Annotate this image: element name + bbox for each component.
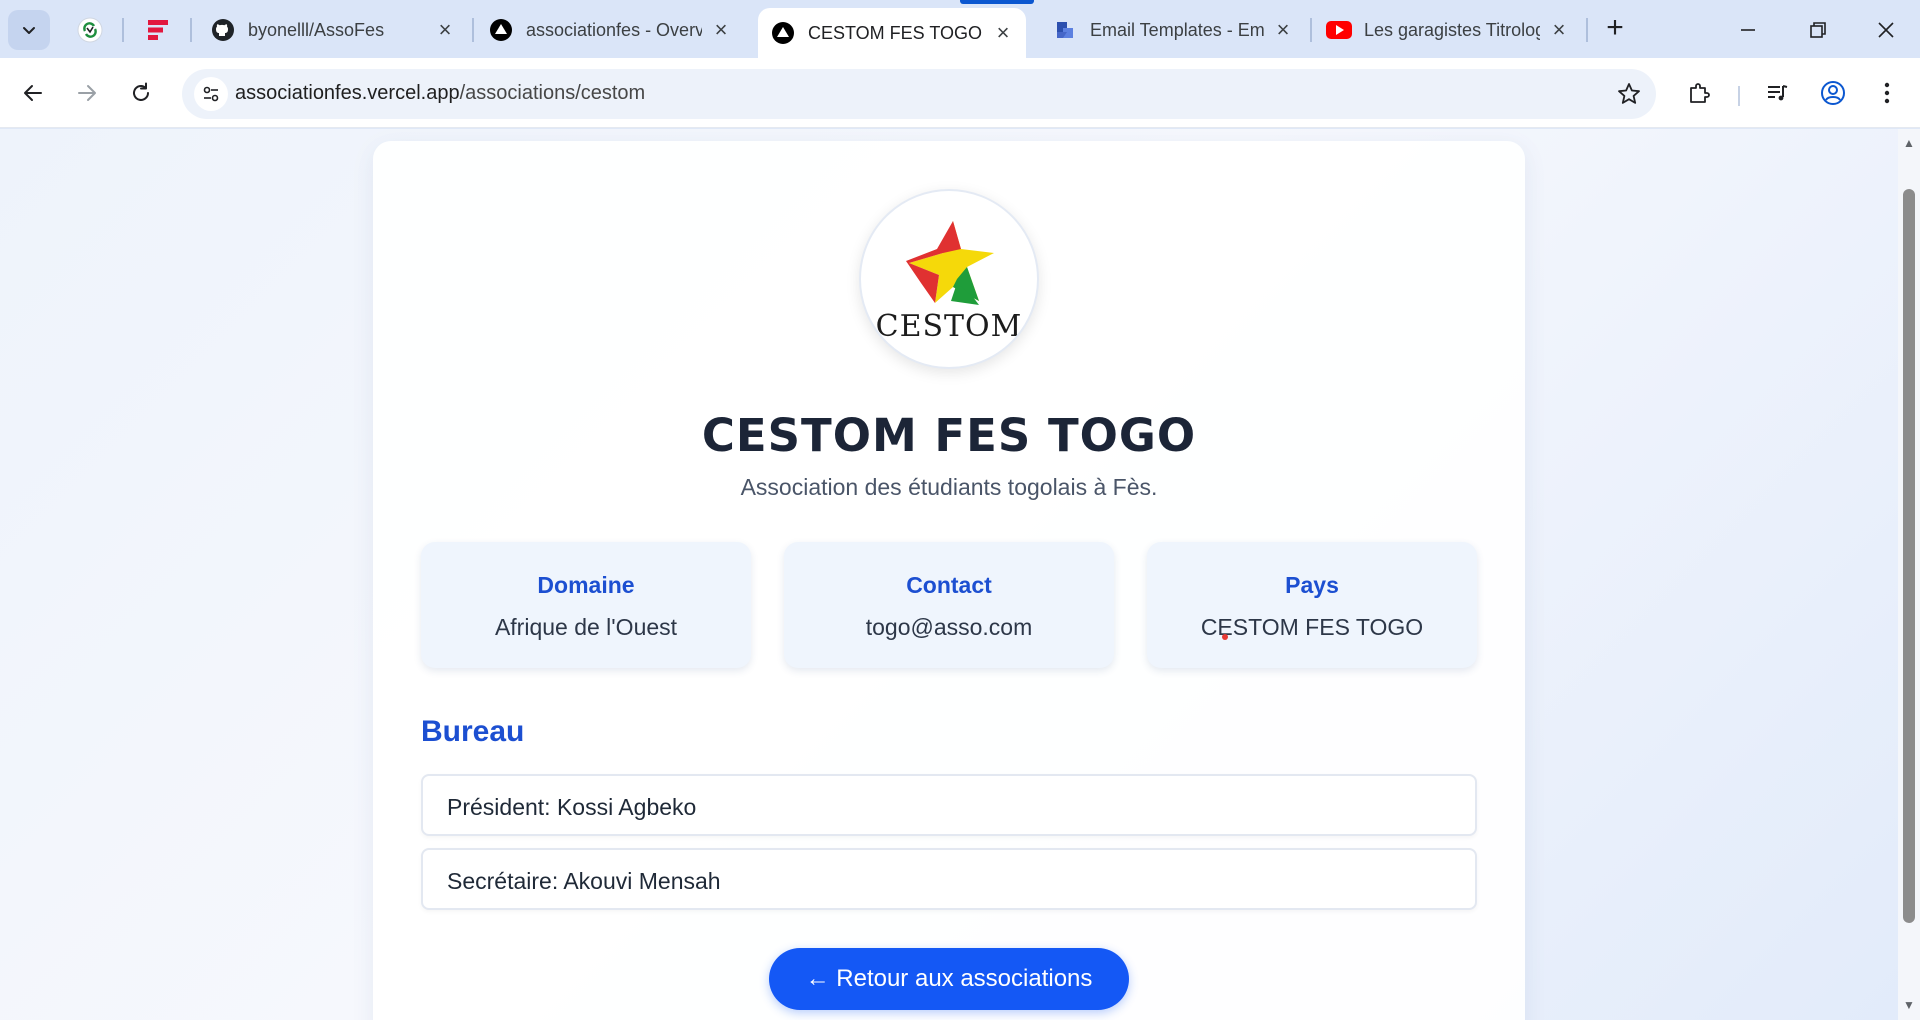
reload-button[interactable] (122, 74, 160, 112)
more-vertical-icon (1884, 82, 1890, 104)
member-text: Président: Kossi Agbeko (447, 794, 697, 820)
tab-title: byonelll/AssoFes (248, 19, 385, 40)
page-viewport: CESTOM CESTOM FES TOGO Association des é… (0, 129, 1898, 1020)
account-circle-icon (1821, 81, 1845, 105)
browser-toolbar: associationfes.vercel.app/associations/c… (0, 58, 1920, 128)
tab-separator (1310, 18, 1312, 42)
info-card-label: Domaine (537, 572, 635, 598)
chevron-down-icon (23, 27, 35, 34)
bureau-member-row: Président: Kossi Agbeko (421, 774, 1477, 836)
close-icon[interactable]: × (434, 17, 456, 43)
association-description: Association des étudiants togolais à Fès… (740, 474, 1158, 500)
info-card-contact: Contact togo@asso.com (784, 542, 1114, 668)
red-bars-icon (148, 20, 168, 40)
info-card-label: Pays (1285, 572, 1339, 598)
minimize-icon (1741, 29, 1755, 31)
scrollbar-thumb[interactable] (1903, 189, 1915, 923)
back-to-associations-button[interactable]: ← Retour aux associations (769, 948, 1129, 1010)
page-title: CESTOM FES TOGO (701, 409, 1197, 462)
info-card-value: CESTOM FES TOGO (1200, 614, 1424, 640)
bookmark-star-icon[interactable] (1616, 81, 1642, 107)
close-window-button[interactable] (1862, 10, 1910, 50)
tab-separator (122, 18, 124, 42)
close-icon[interactable]: × (1272, 17, 1294, 43)
pinned-tab-app[interactable] (140, 12, 176, 48)
toolbar-divider (1738, 86, 1740, 106)
url-domain: associationfes.vercel.app (235, 82, 460, 104)
minimize-button[interactable] (1724, 10, 1772, 50)
scroll-up-arrow-icon[interactable]: ▲ (1903, 137, 1915, 149)
info-card-label: Contact (906, 572, 992, 598)
member-text: Secrétaire: Akouvi Mensah (447, 868, 721, 894)
page-scrollbar[interactable]: ▲ ▼ (1898, 129, 1920, 1020)
info-card-value: togo@asso.com (865, 614, 1033, 640)
browser-menu-button[interactable] (1868, 74, 1906, 112)
scroll-down-arrow-icon[interactable]: ▼ (1903, 999, 1915, 1011)
github-icon (210, 17, 236, 43)
url-path: /associations/cestom (459, 82, 646, 104)
info-card-value: Afrique de l'Ouest (494, 614, 678, 640)
extensions-button[interactable] (1680, 74, 1718, 112)
restore-button[interactable] (1794, 10, 1842, 50)
bureau-member-row: Secrétaire: Akouvi Mensah (421, 848, 1477, 910)
close-icon (1878, 22, 1894, 38)
tab-title: associationfes - Overview (526, 19, 702, 40)
association-logo: CESTOM (859, 189, 1039, 369)
close-icon[interactable]: × (710, 17, 732, 43)
tab-title: Les garagistes Titrologie (1364, 19, 1540, 40)
tab-separator (472, 18, 474, 42)
tab-search-button[interactable] (8, 10, 50, 50)
active-tab-indicator (960, 0, 1034, 4)
tab-youtube[interactable]: Les garagistes Titrologie × (1314, 10, 1582, 50)
vercel-icon (770, 20, 796, 46)
tab-separator (1586, 18, 1588, 42)
logo-text: CESTOM (875, 309, 1023, 344)
new-tab-button[interactable]: + (1600, 13, 1630, 44)
tab-separator (190, 18, 192, 42)
association-card: CESTOM CESTOM FES TOGO Association des é… (373, 141, 1525, 1020)
puzzle-icon (1690, 83, 1710, 103)
media-control-button[interactable] (1758, 74, 1796, 112)
bureau-heading: Bureau (421, 715, 525, 748)
arrow-right-icon (78, 85, 96, 101)
tune-icon (203, 86, 219, 102)
refresh-app-icon (77, 17, 103, 43)
youtube-icon (1326, 17, 1352, 43)
tab-cestom-active[interactable]: CESTOM FES TOGO | Associations × (758, 8, 1026, 58)
tab-github[interactable]: byonelll/AssoFes × (198, 10, 468, 50)
tab-title: CESTOM FES TOGO | Associations (808, 22, 984, 43)
profile-button[interactable] (1814, 74, 1852, 112)
vercel-icon (488, 17, 514, 43)
url-text: associationfes.vercel.app/associations/c… (235, 82, 645, 105)
queue-music-icon (1768, 85, 1788, 101)
tab-title: Email Templates - EmailJS (1090, 19, 1264, 40)
address-bar[interactable]: associationfes.vercel.app/associations/c… (182, 69, 1656, 119)
arrow-left-icon (24, 85, 42, 101)
site-info-button[interactable] (194, 77, 228, 111)
tab-emailjs[interactable]: Email Templates - EmailJS × (1040, 10, 1306, 50)
restore-icon (1810, 22, 1826, 38)
close-icon[interactable]: × (1548, 17, 1570, 43)
emailjs-icon (1052, 17, 1078, 43)
cursor-dot (1222, 634, 1228, 640)
reload-icon (133, 82, 149, 101)
info-card-domaine: Domaine Afrique de l'Ouest (421, 542, 751, 668)
pinned-tab-refresh[interactable] (72, 12, 108, 48)
forward-button[interactable] (68, 74, 106, 112)
tab-vercel-overview[interactable]: associationfes - Overview × (476, 10, 744, 50)
close-icon[interactable]: × (992, 20, 1014, 46)
tab-strip: byonelll/AssoFes × associationfes - Over… (0, 0, 1920, 58)
back-button[interactable] (14, 74, 52, 112)
info-card-pays: Pays CESTOM FES TOGO (1147, 542, 1477, 668)
